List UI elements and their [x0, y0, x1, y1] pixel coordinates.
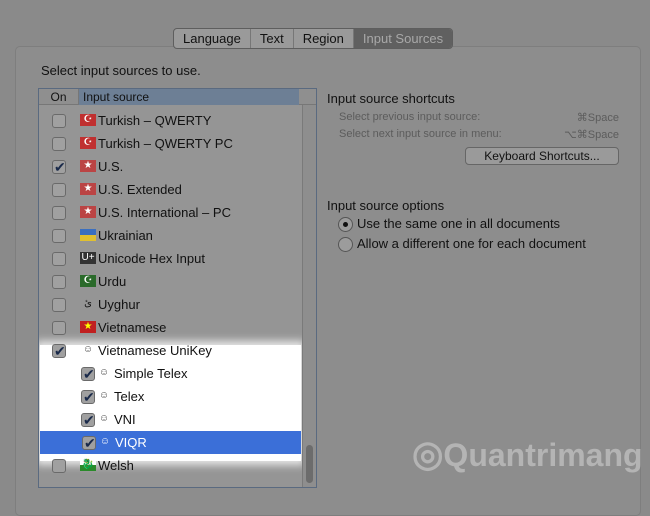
- radio-same-label: Use the same one in all documents: [357, 216, 561, 231]
- list-item[interactable]: ☺ VNI: [39, 408, 301, 432]
- options-title: Input source options: [327, 198, 445, 213]
- unicode-hex-icon: U+: [80, 252, 96, 264]
- input-source-label: U.S.: [98, 159, 124, 174]
- unikey-icon: ☺: [98, 413, 110, 424]
- input-source-label: VNI: [114, 412, 136, 427]
- unikey-icon: ☺: [98, 367, 110, 378]
- input-source-label: Welsh: [98, 458, 134, 473]
- vietnam-flag-icon: ★: [80, 321, 96, 333]
- scrollbar-thumb[interactable]: [306, 445, 313, 483]
- enable-checkbox[interactable]: [52, 252, 66, 266]
- enable-checkbox[interactable]: [52, 321, 66, 335]
- prev-source-label: Select previous input source:: [339, 111, 481, 123]
- column-on[interactable]: On: [39, 89, 79, 105]
- prev-source-key: ⌘Space: [576, 112, 619, 124]
- us-flag-icon: ★: [80, 160, 96, 172]
- enable-checkbox[interactable]: [52, 340, 66, 363]
- ukraine-flag-icon: [80, 229, 96, 241]
- us-flag-icon: ★: [80, 183, 96, 195]
- input-source-label: Telex: [114, 389, 145, 404]
- tab-region[interactable]: Region: [294, 29, 354, 48]
- tab-bar: Language Text Region Input Sources: [173, 28, 454, 49]
- input-source-list[interactable]: ☪Turkish☪Turkish – QWERTY☪Turkish – QWER…: [38, 88, 317, 488]
- enable-checkbox[interactable]: [52, 156, 66, 179]
- list-item[interactable]: ☪ Urdu: [39, 270, 301, 293]
- keyboard-shortcuts-button[interactable]: Keyboard Shortcuts...: [465, 147, 619, 165]
- next-source-key: ⌥⌘Space: [564, 129, 619, 141]
- quantrimang-watermark-logo: ◎Quantrimang: [412, 433, 643, 474]
- us-flag-icon: ★: [80, 206, 96, 218]
- next-source-label: Select next input source in menu:: [339, 128, 502, 140]
- list-item[interactable]: ☺ VIQR: [40, 431, 301, 455]
- input-source-label: VIQR: [115, 435, 147, 450]
- input-source-label: U.S. International – PC: [98, 205, 231, 220]
- list-item[interactable]: ★U.S.: [39, 155, 301, 179]
- input-source-label: Urdu: [98, 274, 127, 289]
- input-source-label: Uyghur: [98, 297, 140, 312]
- uyghur-icon: ئ: [84, 298, 92, 309]
- enable-checkbox[interactable]: [81, 409, 95, 432]
- list-item[interactable]: ★ Vietnamese: [39, 316, 301, 339]
- enable-checkbox[interactable]: [52, 298, 66, 312]
- list-item[interactable]: ☺ Telex: [39, 385, 301, 409]
- list-item[interactable]: ☺ Simple Telex: [39, 362, 301, 386]
- select-prompt: Select input sources to use.: [41, 63, 201, 78]
- column-input-source[interactable]: Input source: [79, 89, 299, 105]
- unikey-icon: ☺: [99, 436, 111, 447]
- scrollbar[interactable]: [302, 105, 316, 487]
- radio-different-label: Allow a different one for each document: [357, 236, 586, 251]
- turkey-flag-icon: ☪: [80, 114, 96, 126]
- enable-checkbox[interactable]: [52, 459, 66, 473]
- pakistan-flag-icon: ☪: [80, 275, 96, 287]
- enable-checkbox[interactable]: [52, 275, 66, 289]
- list-item[interactable]: ☪ Turkish – QWERTY: [39, 109, 301, 132]
- input-source-label: U.S. Extended: [98, 182, 182, 197]
- enable-checkbox[interactable]: [81, 386, 95, 409]
- list-header: On Input source: [39, 89, 316, 105]
- list-item[interactable]: Ukrainian: [39, 224, 301, 247]
- enable-checkbox[interactable]: [52, 229, 66, 243]
- tab-input-sources[interactable]: Input Sources: [353, 29, 453, 48]
- shortcuts-title: Input source shortcuts: [327, 91, 455, 106]
- input-source-label: Vietnamese: [98, 320, 167, 335]
- input-source-label: Ukrainian: [98, 228, 153, 243]
- input-source-label: Turkish – QWERTY PC: [98, 136, 233, 151]
- enable-checkbox[interactable]: [52, 114, 66, 128]
- input-source-label: Turkish – QWERTY: [98, 113, 212, 128]
- wales-flag-icon: 🐉: [80, 459, 96, 471]
- enable-checkbox[interactable]: [82, 432, 96, 455]
- list-item[interactable]: ☪ Turkish – QWERTY PC: [39, 132, 301, 155]
- enable-checkbox[interactable]: [52, 206, 66, 220]
- list-item[interactable]: ★ U.S. International – PC: [39, 201, 301, 224]
- list-item[interactable]: 🐉 Welsh: [39, 454, 301, 477]
- unikey-icon: ☺: [82, 344, 94, 355]
- radio-same-document[interactable]: [338, 217, 353, 232]
- enable-checkbox[interactable]: [52, 137, 66, 151]
- turkey-flag-pc-icon: ☪: [80, 137, 96, 149]
- input-source-label: Simple Telex: [114, 366, 188, 381]
- radio-different-document[interactable]: [338, 237, 353, 252]
- input-source-label: Vietnamese UniKey: [98, 343, 212, 358]
- tab-text[interactable]: Text: [251, 29, 294, 48]
- enable-checkbox[interactable]: [52, 183, 66, 197]
- list-item[interactable]: U+ Unicode Hex Input: [39, 247, 301, 270]
- input-source-label: Unicode Hex Input: [98, 251, 205, 266]
- list-item[interactable]: ئ Uyghur: [39, 293, 301, 316]
- unikey-icon: ☺: [98, 390, 110, 401]
- enable-checkbox[interactable]: [81, 363, 95, 386]
- list-item[interactable]: ★ U.S. Extended: [39, 178, 301, 201]
- tab-language[interactable]: Language: [174, 29, 251, 48]
- list-item[interactable]: ☺ Vietnamese UniKey: [39, 339, 301, 363]
